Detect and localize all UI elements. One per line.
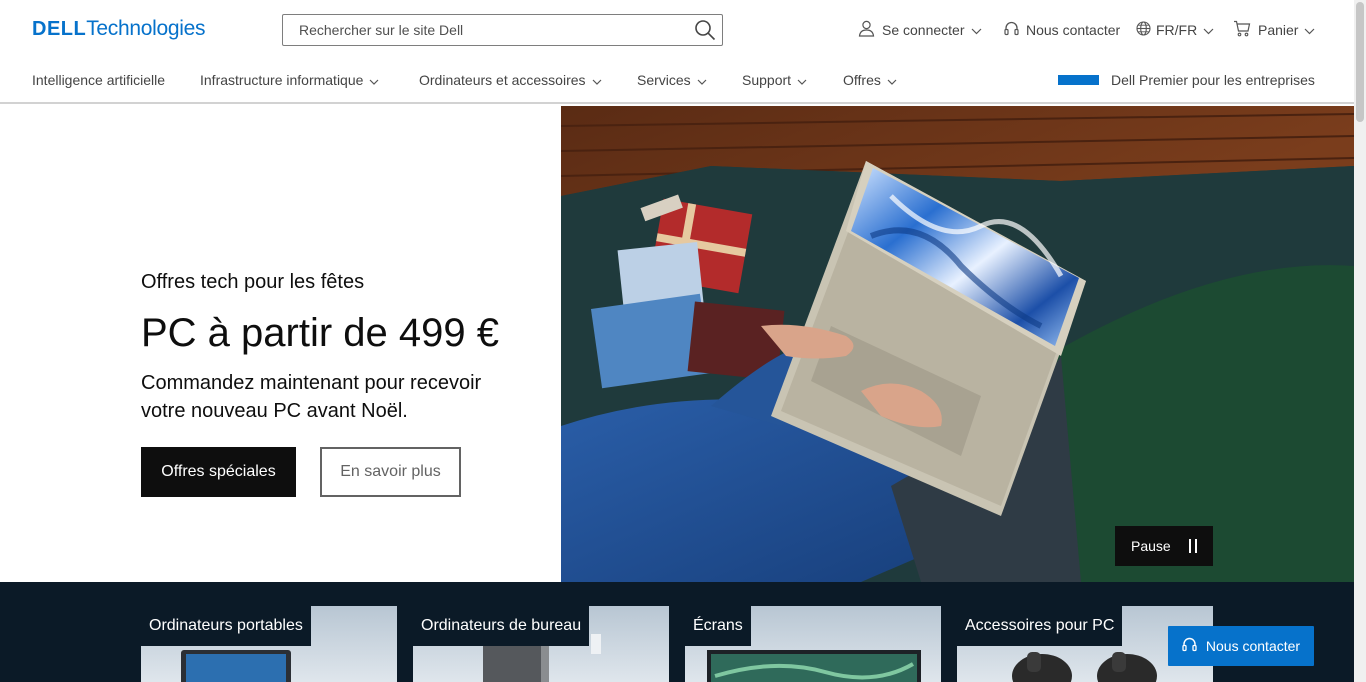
category-strip: Ordinateurs portables Ordinateurs de bur… — [0, 582, 1354, 682]
cart-button[interactable]: Panier — [1233, 18, 1315, 42]
category-label: Ordinateurs de bureau — [413, 606, 590, 646]
nav-item-label: Ordinateurs et accessoires — [419, 72, 586, 88]
nav-item-label: Support — [742, 72, 792, 88]
header: DELL Technologies Se connecter Nous cont… — [0, 0, 1354, 60]
logo-dell-wordmark: DELL — [32, 18, 87, 40]
category-label: Accessoires pour PC — [957, 606, 1123, 646]
chevron-down-icon — [592, 72, 602, 88]
nav-item-label: Services — [637, 72, 691, 88]
premier-label: Dell Premier pour les entreprises — [1111, 72, 1315, 88]
search-box — [282, 14, 723, 46]
contact-button[interactable]: Nous contacter — [1004, 18, 1120, 42]
headset-icon — [1182, 637, 1206, 656]
logo-technologies-wordmark: Technologies — [86, 17, 206, 40]
floating-contact-label: Nous contacter — [1205, 638, 1301, 654]
hero-image — [561, 106, 1354, 582]
nav-item-label: Intelligence artificielle — [32, 72, 166, 88]
search-icon[interactable] — [688, 15, 722, 45]
category-card-laptops[interactable]: Ordinateurs portables — [141, 606, 397, 682]
dell-technologies-logo[interactable]: DELL Technologies — [32, 17, 206, 43]
headset-icon — [1004, 21, 1019, 40]
floating-contact-button[interactable]: Nous contacter — [1168, 626, 1314, 666]
category-card-monitors[interactable]: Écrans — [685, 606, 941, 682]
user-icon — [858, 20, 875, 40]
chevron-down-icon — [1304, 22, 1315, 38]
page: DELL Technologies Se connecter Nous cont… — [0, 0, 1354, 682]
chevron-down-icon — [697, 72, 707, 88]
language-label: FR/FR — [1156, 22, 1198, 38]
chevron-down-icon — [369, 72, 379, 88]
signin-label: Se connecter — [882, 22, 965, 38]
nav-item-infrastructure[interactable]: Infrastructure informatique — [200, 72, 379, 88]
nav-item-offers[interactable]: Offres — [843, 72, 897, 88]
dell-premier-link[interactable]: Dell Premier pour les entreprises — [1058, 72, 1315, 88]
chevron-down-icon — [887, 72, 897, 88]
chevron-down-icon — [971, 22, 982, 38]
vertical-scrollbar[interactable] — [1354, 0, 1366, 682]
cart-icon — [1233, 20, 1251, 40]
contact-label: Nous contacter — [1026, 22, 1121, 38]
search-input[interactable] — [283, 15, 688, 45]
main-navigation: Intelligence artificielle Infrastructure… — [0, 60, 1354, 104]
chevron-down-icon — [797, 72, 807, 88]
pause-button[interactable]: Pause — [1115, 526, 1213, 566]
nav-item-label: Infrastructure informatique — [200, 72, 364, 88]
category-label: Ordinateurs portables — [141, 606, 311, 646]
hero-eyebrow: Offres tech pour les fêtes — [141, 271, 365, 293]
scrollbar-thumb[interactable] — [1356, 2, 1364, 122]
hero-headline: PC à partir de 499 € — [141, 311, 499, 355]
nav-item-ai[interactable]: Intelligence artificielle — [32, 72, 165, 88]
chevron-down-icon — [1203, 22, 1214, 38]
category-card-desktops[interactable]: Ordinateurs de bureau — [413, 606, 669, 682]
nav-item-computers[interactable]: Ordinateurs et accessoires — [419, 72, 602, 88]
nav-item-support[interactable]: Support — [742, 72, 807, 88]
learn-more-button[interactable]: En savoir plus — [320, 447, 461, 497]
nav-item-services[interactable]: Services — [637, 72, 707, 88]
category-label: Écrans — [685, 606, 751, 646]
hero-subtext: Commandez maintenant pour recevoir votre… — [141, 372, 482, 422]
pause-icon — [1188, 539, 1197, 553]
language-selector[interactable]: FR/FR — [1136, 18, 1214, 42]
nav-item-label: Offres — [843, 72, 881, 88]
premier-accent-bar — [1058, 75, 1099, 85]
hero-content: Offres tech pour les fêtes PC à partir d… — [0, 106, 561, 582]
signin-button[interactable]: Se connecter — [858, 18, 982, 42]
pause-label: Pause — [1131, 538, 1171, 554]
special-offers-button[interactable]: Offres spéciales — [141, 447, 296, 497]
globe-icon — [1136, 21, 1151, 39]
cart-label: Panier — [1258, 22, 1299, 38]
